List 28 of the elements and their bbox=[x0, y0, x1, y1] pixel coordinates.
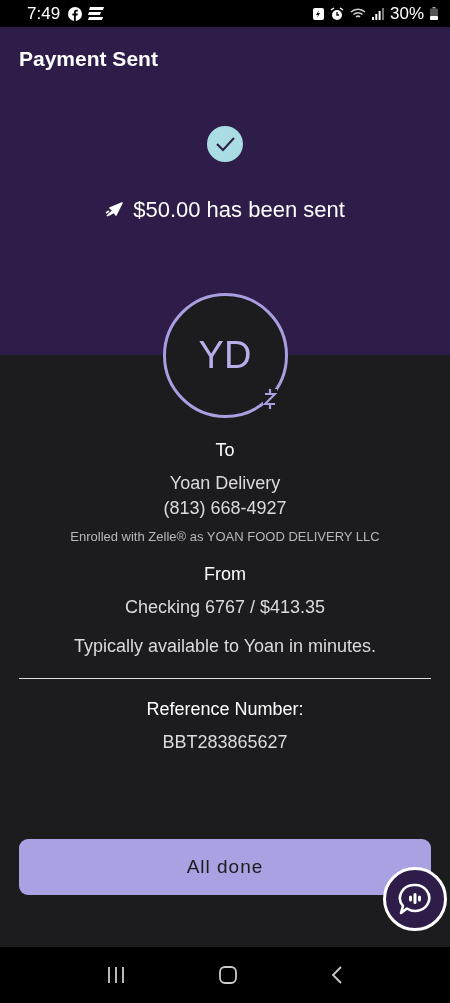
wifi-icon bbox=[349, 7, 366, 20]
recipient-phone: (813) 668-4927 bbox=[163, 497, 287, 520]
avatar-initials: YD bbox=[198, 334, 252, 377]
battery-icon bbox=[430, 7, 438, 20]
chat-icon bbox=[397, 881, 433, 917]
to-label: To bbox=[215, 440, 235, 461]
enrollment-note: Enrolled with Zelle® as YOAN FOOD DELIVERY LLC bbox=[70, 529, 380, 544]
reference-label: Reference Number: bbox=[146, 699, 304, 720]
alarm-icon bbox=[329, 6, 344, 21]
home-icon[interactable] bbox=[218, 965, 238, 985]
checkmark-icon bbox=[207, 126, 243, 162]
done-button[interactable]: All done bbox=[19, 839, 431, 895]
rocket-icon bbox=[105, 202, 124, 218]
status-time: 7:49 bbox=[27, 3, 61, 24]
facebook-icon bbox=[68, 6, 83, 21]
account-text: Checking 6767 / $413.35 bbox=[124, 596, 326, 619]
sent-message: $50.00 has been sent bbox=[133, 197, 345, 223]
recent-apps-icon[interactable] bbox=[106, 966, 126, 984]
back-icon[interactable] bbox=[330, 965, 344, 985]
screen-title: Payment Sent bbox=[19, 47, 158, 71]
recipient-name: Yoan Delivery bbox=[169, 472, 281, 495]
reference-number: BBT283865627 bbox=[162, 731, 288, 754]
availability-note: Typically available to Yoan in minutes. bbox=[73, 635, 377, 658]
signal-icon bbox=[371, 7, 384, 20]
app-icon bbox=[88, 7, 105, 20]
from-label: From bbox=[204, 564, 246, 585]
battery-saver-icon bbox=[312, 7, 324, 20]
battery-percent: 30% bbox=[389, 3, 424, 24]
